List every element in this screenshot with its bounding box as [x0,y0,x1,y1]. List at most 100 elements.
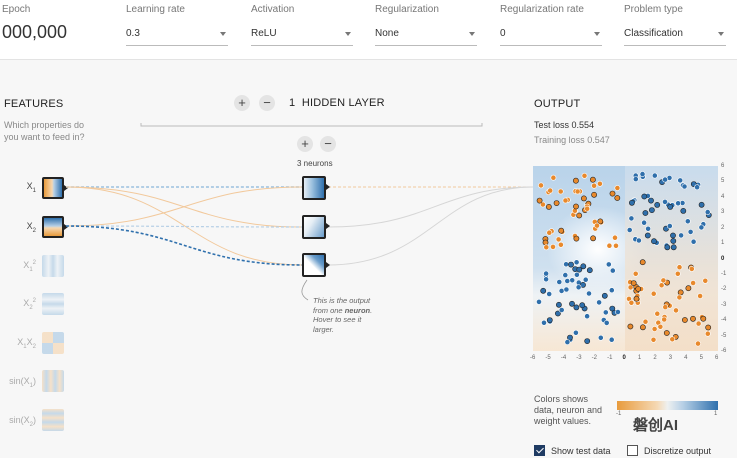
data-point [666,223,673,229]
data-point [538,182,544,189]
watermark-logo: 磐创AI [633,417,679,434]
y-tick-label: -3 [721,301,727,308]
data-point [681,183,688,190]
x-tick-label: 5 [699,355,703,361]
data-point [550,244,556,250]
data-point [556,279,563,285]
connection-x2-n3[interactable] [65,225,303,266]
data-point [597,334,604,341]
y-tick-label: 3 [721,209,725,216]
legend-description: Colors shows data, neuron and weight val… [534,394,602,427]
y-tick-label: 1 [721,240,725,247]
data-point [582,276,589,283]
legend-max: 1 [714,411,718,417]
data-point [628,215,635,222]
y-tick-label: -4 [721,317,727,324]
data-point [677,289,684,296]
neuron-2[interactable] [302,215,326,239]
data-point [573,203,579,210]
y-tick-label: -1 [721,270,727,277]
show-test-data-label: Show test data [551,446,611,456]
data-point [651,326,658,332]
data-point [641,193,648,200]
data-point [705,324,712,331]
data-point [645,225,651,232]
callout-pointer [301,279,309,301]
neurons-count-label: 3 neurons [297,159,333,168]
data-point [584,205,591,212]
data-point [641,219,647,226]
data-point [644,232,651,239]
data-point [681,317,688,323]
data-point [636,237,642,244]
output-heatmap[interactable] [533,166,718,351]
data-point [569,300,575,307]
neuron-3[interactable] [302,253,326,277]
data-point [543,276,549,283]
y-tick-label: 2 [721,224,725,231]
data-point [602,309,609,316]
remove-layer-button[interactable]: − [259,95,275,111]
scatter-points [536,171,712,347]
data-point [642,318,649,325]
data-point [536,298,542,305]
data-point [573,235,580,242]
y-tick-label: 5 [721,178,725,185]
neuron-callout: This is the output from one neuron. Hove… [313,296,372,334]
data-point [555,236,562,243]
callout-bold: neuron [344,305,371,315]
data-point [574,188,581,195]
data-point [662,199,668,205]
x-tick-label: -3 [576,355,582,361]
data-point [608,287,615,294]
data-point [541,319,547,326]
add-neuron-button[interactable]: + [297,136,313,152]
data-point [591,182,597,189]
data-point [608,336,615,343]
test-loss-label: Test loss [534,120,570,130]
legend-line: Colors shows [534,394,589,404]
data-point [545,204,552,210]
connection-n2-out[interactable] [327,186,534,228]
data-point [557,188,564,195]
data-point [576,266,583,273]
data-point [698,201,705,208]
data-point [564,278,571,284]
data-point [676,294,683,301]
data-point [687,229,694,235]
data-point [591,191,597,198]
x-tick-label: -2 [591,355,597,361]
remove-neuron-button[interactable]: − [320,136,336,152]
data-point [639,259,646,266]
data-point [586,267,593,274]
discretize-output-checkbox[interactable] [627,445,638,456]
x-tick-label: 1 [637,355,642,361]
data-point [690,238,697,245]
callout-text: from one [313,305,345,315]
data-point [605,261,612,268]
data-point [662,176,668,183]
show-test-data-checkbox[interactable] [534,445,545,456]
data-point [633,295,640,302]
test-loss: Test loss 0.554 [534,119,594,131]
hidden-layer-title: 1 HIDDEN LAYER [289,97,385,109]
data-point [573,177,579,184]
connection-x2-n1[interactable] [65,186,303,227]
neuron-1[interactable] [302,176,326,200]
y-tick-label: -5 [721,332,727,339]
add-layer-button[interactable]: + [234,95,250,111]
data-point [597,180,603,187]
data-point [590,176,596,183]
data-point [694,184,700,191]
data-point [543,244,550,251]
discretize-output-label: Discretize output [644,446,712,456]
data-point [639,171,646,178]
data-point [573,329,579,336]
data-point [680,208,687,214]
data-point [670,238,677,244]
data-point [540,287,547,294]
data-point [546,317,553,323]
data-point [586,290,592,297]
x-tick-label: -6 [530,355,536,361]
data-point [581,172,588,179]
